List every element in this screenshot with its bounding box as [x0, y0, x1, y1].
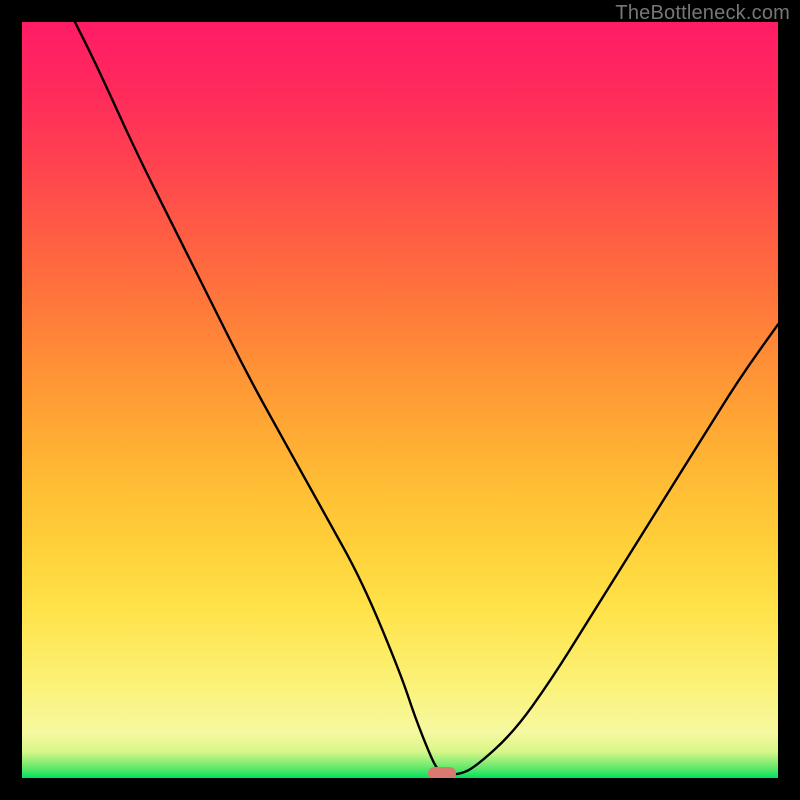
plot-area	[22, 22, 778, 778]
curve-path	[75, 22, 778, 774]
optimum-marker	[428, 767, 456, 778]
chart-frame: TheBottleneck.com	[0, 0, 800, 800]
attribution-label: TheBottleneck.com	[615, 2, 790, 25]
bottleneck-curve	[22, 22, 778, 778]
